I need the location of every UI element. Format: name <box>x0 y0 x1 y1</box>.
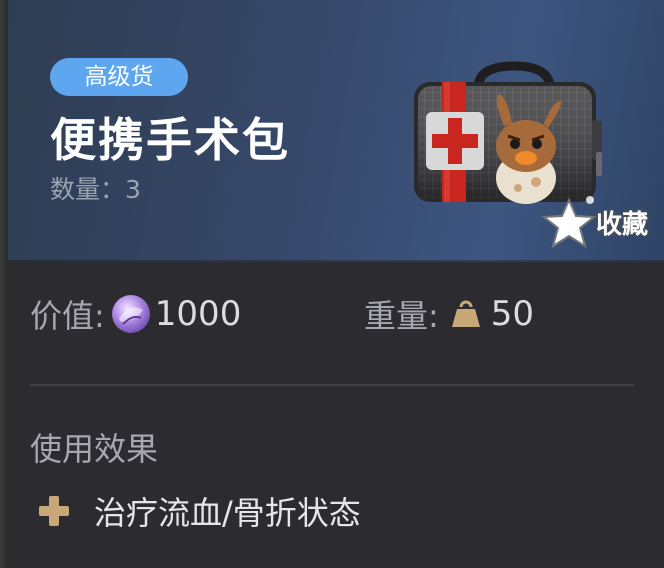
effect-text: 治疗流血/骨折状态 <box>94 494 361 532</box>
value-stat: 价值: 1000 <box>30 290 241 338</box>
plus-icon <box>39 496 69 526</box>
effect-item: 治疗流血/骨折状态 <box>30 488 361 534</box>
crystal-coin-icon <box>111 295 150 333</box>
quantity-value: 3 <box>125 175 141 204</box>
item-header: 高级货 便携手术包 数量：3 收藏 <box>8 0 664 262</box>
star-icon <box>541 196 597 249</box>
weight-label: 重量: <box>364 297 439 335</box>
favorite-button[interactable]: 收藏 <box>540 192 664 254</box>
item-quantity: 数量：3 <box>50 170 141 206</box>
quantity-label: 数量： <box>50 175 126 204</box>
weight-icon <box>451 300 480 327</box>
medical-kit-with-bird-icon <box>414 61 602 204</box>
value-label: 价值: <box>30 297 105 335</box>
item-stats: 价值: 1000 重量: 50 使用效果 治疗流血/骨折状态 <box>0 262 664 568</box>
value-amount: 1000 <box>154 294 242 334</box>
grade-badge: 高级货 <box>50 58 188 96</box>
effect-title: 使用效果 <box>30 430 159 468</box>
stats-divider <box>30 384 634 386</box>
item-name: 便携手术包 <box>50 113 290 167</box>
weight-stat: 重量: 50 <box>364 290 534 338</box>
item-detail-panel: 高级货 便携手术包 数量：3 收藏 价值: 1000 重量: 50 使用效果 治… <box>0 0 664 568</box>
favorite-label: 收藏 <box>596 210 649 240</box>
weight-amount: 50 <box>490 294 535 334</box>
